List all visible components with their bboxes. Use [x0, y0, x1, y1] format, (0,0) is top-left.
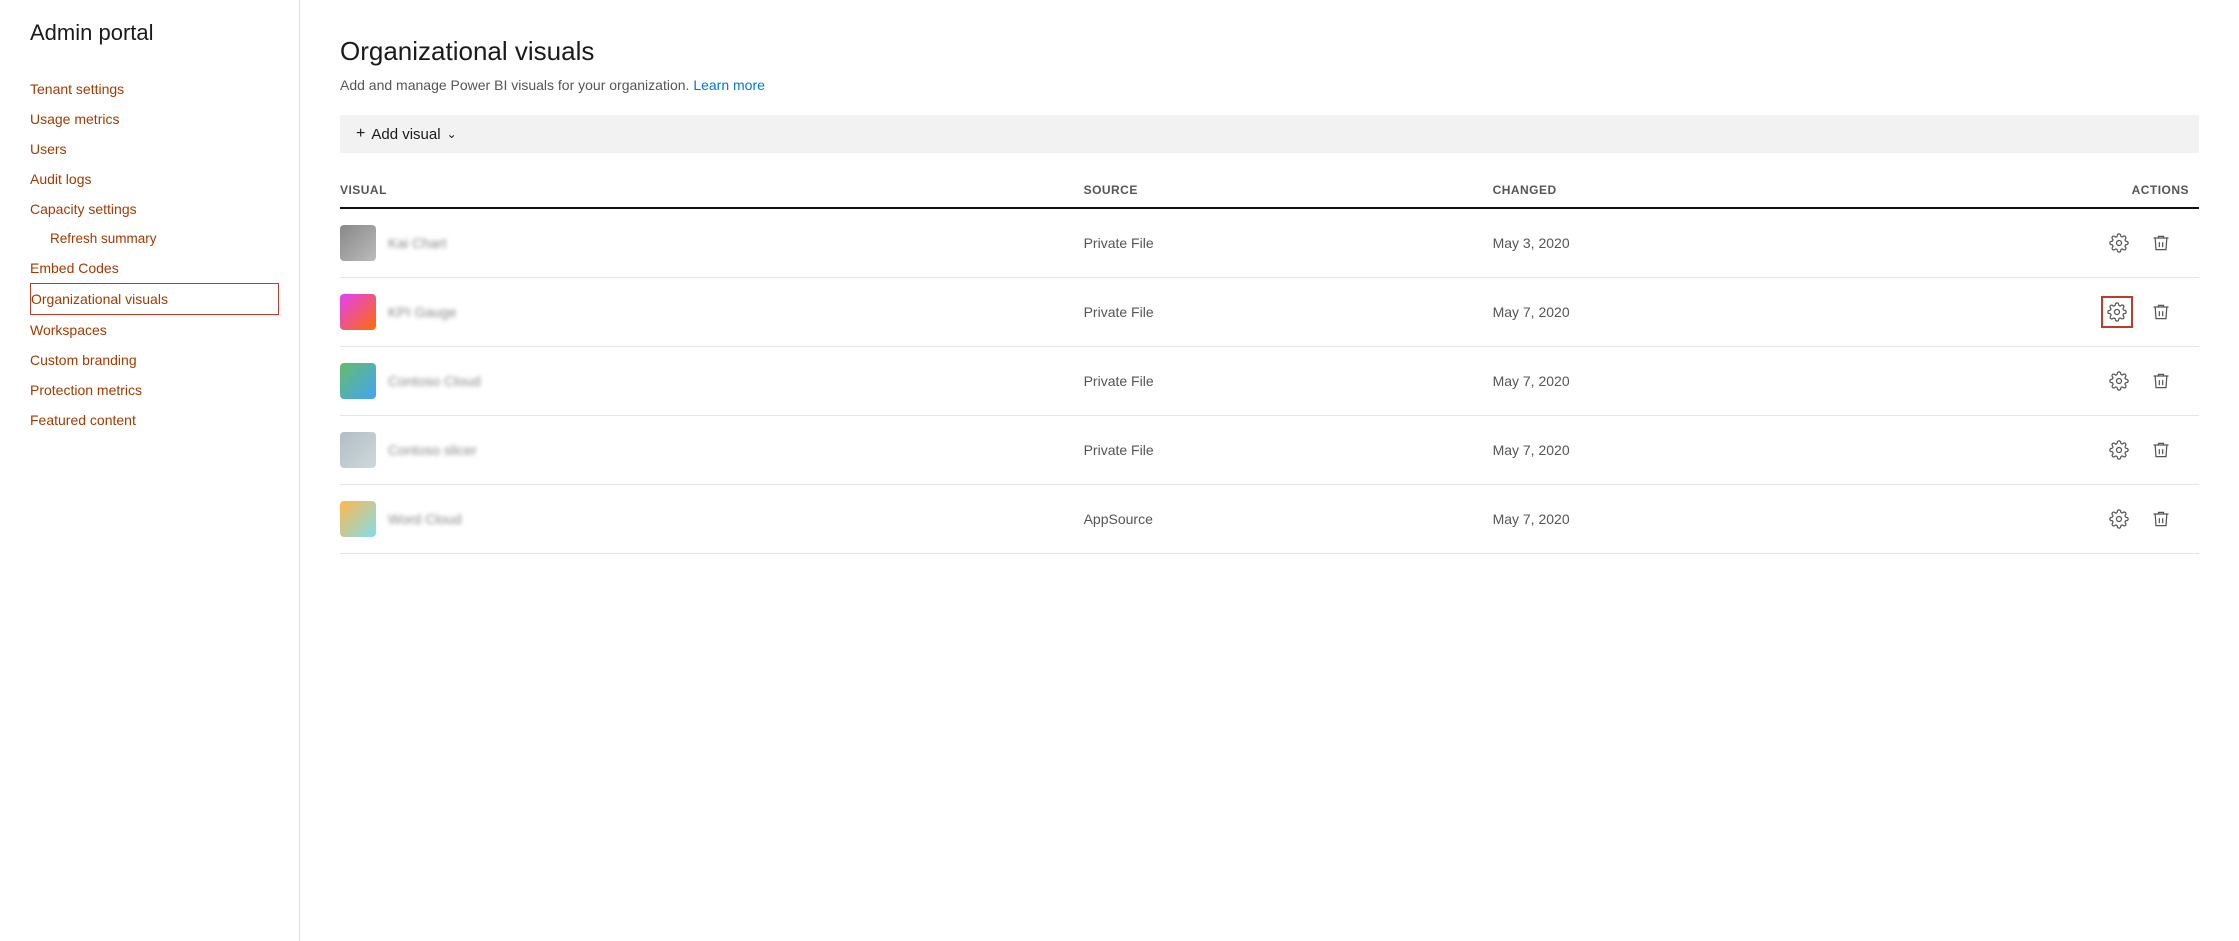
sidebar-item-capacity-settings[interactable]: Capacity settings	[30, 194, 299, 224]
table-header-row: VISUAL SOURCE CHANGED ACTIONS	[340, 173, 2199, 208]
settings-button-row-3[interactable]	[2105, 367, 2133, 395]
visual-icon-row-2	[340, 294, 376, 330]
table-row: KPI Gauge Private FileMay 7, 2020	[340, 278, 2199, 347]
sidebar-item-tenant-settings[interactable]: Tenant settings	[30, 74, 299, 104]
visuals-table: VISUAL SOURCE CHANGED ACTIONS Kai Chart …	[340, 173, 2199, 554]
source-cell-row-3: Private File	[1084, 347, 1493, 416]
sidebar-item-label-audit-logs: Audit logs	[30, 171, 91, 187]
visual-icon-row-4	[340, 432, 376, 468]
sidebar-item-workspaces[interactable]: Workspaces	[30, 315, 299, 345]
sidebar-item-usage-metrics[interactable]: Usage metrics	[30, 104, 299, 134]
visual-icon-row-1	[340, 225, 376, 261]
add-visual-label: Add visual	[371, 126, 440, 143]
sidebar-item-label-protection-metrics: Protection metrics	[30, 382, 142, 398]
visual-name-row-3: Contoso Cloud	[388, 373, 481, 389]
visual-cell-row-2: KPI Gauge	[340, 278, 1084, 347]
changed-cell-row-2: May 7, 2020	[1493, 278, 1902, 347]
visual-cell-row-3: Contoso Cloud	[340, 347, 1084, 416]
settings-button-row-5[interactable]	[2105, 505, 2133, 533]
chevron-down-icon: ⌄	[447, 127, 457, 141]
source-cell-row-2: Private File	[1084, 278, 1493, 347]
changed-cell-row-1: May 3, 2020	[1493, 208, 1902, 278]
sidebar-item-label-tenant-settings: Tenant settings	[30, 81, 124, 97]
sidebar-item-label-workspaces: Workspaces	[30, 322, 107, 338]
page-subtitle: Add and manage Power BI visuals for your…	[340, 77, 2199, 93]
source-cell-row-5: AppSource	[1084, 485, 1493, 554]
visual-name-row-1: Kai Chart	[388, 235, 446, 251]
actions-cell-row-5	[1902, 485, 2199, 554]
table-row: Contoso slicer Private FileMay 7, 2020	[340, 416, 2199, 485]
app-container: Admin portal Tenant settings Usage metric…	[0, 0, 2239, 941]
page-title: Organizational visuals	[340, 36, 2199, 67]
sidebar-item-featured-content[interactable]: Featured content	[30, 405, 299, 435]
col-header-changed: CHANGED	[1493, 173, 1902, 208]
sidebar-item-refresh-summary[interactable]: Refresh summary	[30, 224, 299, 253]
changed-cell-row-4: May 7, 2020	[1493, 416, 1902, 485]
sidebar-item-label-capacity-settings: Capacity settings	[30, 201, 137, 217]
visual-name-row-4: Contoso slicer	[388, 442, 477, 458]
col-header-source: SOURCE	[1084, 173, 1493, 208]
sidebar-item-organizational-visuals[interactable]: Organizational visuals	[30, 283, 279, 315]
sidebar-item-label-usage-metrics: Usage metrics	[30, 111, 119, 127]
delete-button-row-2[interactable]	[2147, 298, 2175, 326]
settings-button-row-2[interactable]	[2101, 296, 2133, 328]
table-row: Word Cloud AppSourceMay 7, 2020	[340, 485, 2199, 554]
delete-button-row-4[interactable]	[2147, 436, 2175, 464]
sidebar-item-embed-codes[interactable]: Embed Codes	[30, 253, 299, 283]
source-cell-row-4: Private File	[1084, 416, 1493, 485]
visual-cell-row-4: Contoso slicer	[340, 416, 1084, 485]
sidebar-item-protection-metrics[interactable]: Protection metrics	[30, 375, 299, 405]
actions-cell-row-3	[1902, 347, 2199, 416]
changed-cell-row-3: May 7, 2020	[1493, 347, 1902, 416]
delete-button-row-5[interactable]	[2147, 505, 2175, 533]
settings-button-row-4[interactable]	[2105, 436, 2133, 464]
visual-name-row-5: Word Cloud	[388, 511, 462, 527]
sidebar-item-users[interactable]: Users	[30, 134, 299, 164]
table-body: Kai Chart Private FileMay 3, 2020 KPI Ga…	[340, 208, 2199, 554]
sidebar-item-label-refresh-summary: Refresh summary	[50, 231, 157, 246]
plus-icon: +	[356, 125, 365, 143]
main-content: Organizational visuals Add and manage Po…	[300, 0, 2239, 941]
actions-cell-row-1	[1902, 208, 2199, 278]
learn-more-link[interactable]: Learn more	[693, 77, 765, 93]
visual-cell-row-5: Word Cloud	[340, 485, 1084, 554]
visual-icon-row-5	[340, 501, 376, 537]
sidebar-item-label-featured-content: Featured content	[30, 412, 136, 428]
table-row: Contoso Cloud Private FileMay 7, 2020	[340, 347, 2199, 416]
visual-name-row-2: KPI Gauge	[388, 304, 457, 320]
delete-button-row-1[interactable]	[2147, 229, 2175, 257]
visual-cell-row-1: Kai Chart	[340, 208, 1084, 278]
sidebar-item-label-embed-codes: Embed Codes	[30, 260, 119, 276]
add-visual-button[interactable]: + Add visual ⌄	[356, 125, 457, 143]
table-row: Kai Chart Private FileMay 3, 2020	[340, 208, 2199, 278]
delete-button-row-3[interactable]	[2147, 367, 2175, 395]
sidebar: Admin portal Tenant settings Usage metric…	[0, 0, 300, 941]
sidebar-nav: Tenant settings Usage metrics Users Audit l…	[30, 74, 299, 435]
sidebar-item-label-organizational-visuals: Organizational visuals	[31, 291, 168, 307]
sidebar-item-custom-branding[interactable]: Custom branding	[30, 345, 299, 375]
col-header-visual: VISUAL	[340, 173, 1084, 208]
col-header-actions: ACTIONS	[1902, 173, 2199, 208]
actions-cell-row-4	[1902, 416, 2199, 485]
subtitle-text: Add and manage Power BI visuals for your…	[340, 77, 689, 93]
sidebar-item-label-custom-branding: Custom branding	[30, 352, 137, 368]
source-cell-row-1: Private File	[1084, 208, 1493, 278]
sidebar-item-label-users: Users	[30, 141, 67, 157]
admin-portal-title: Admin portal	[30, 20, 299, 46]
settings-button-row-1[interactable]	[2105, 229, 2133, 257]
toolbar: + Add visual ⌄	[340, 115, 2199, 153]
actions-cell-row-2	[1902, 278, 2199, 347]
changed-cell-row-5: May 7, 2020	[1493, 485, 1902, 554]
sidebar-item-audit-logs[interactable]: Audit logs	[30, 164, 299, 194]
visual-icon-row-3	[340, 363, 376, 399]
